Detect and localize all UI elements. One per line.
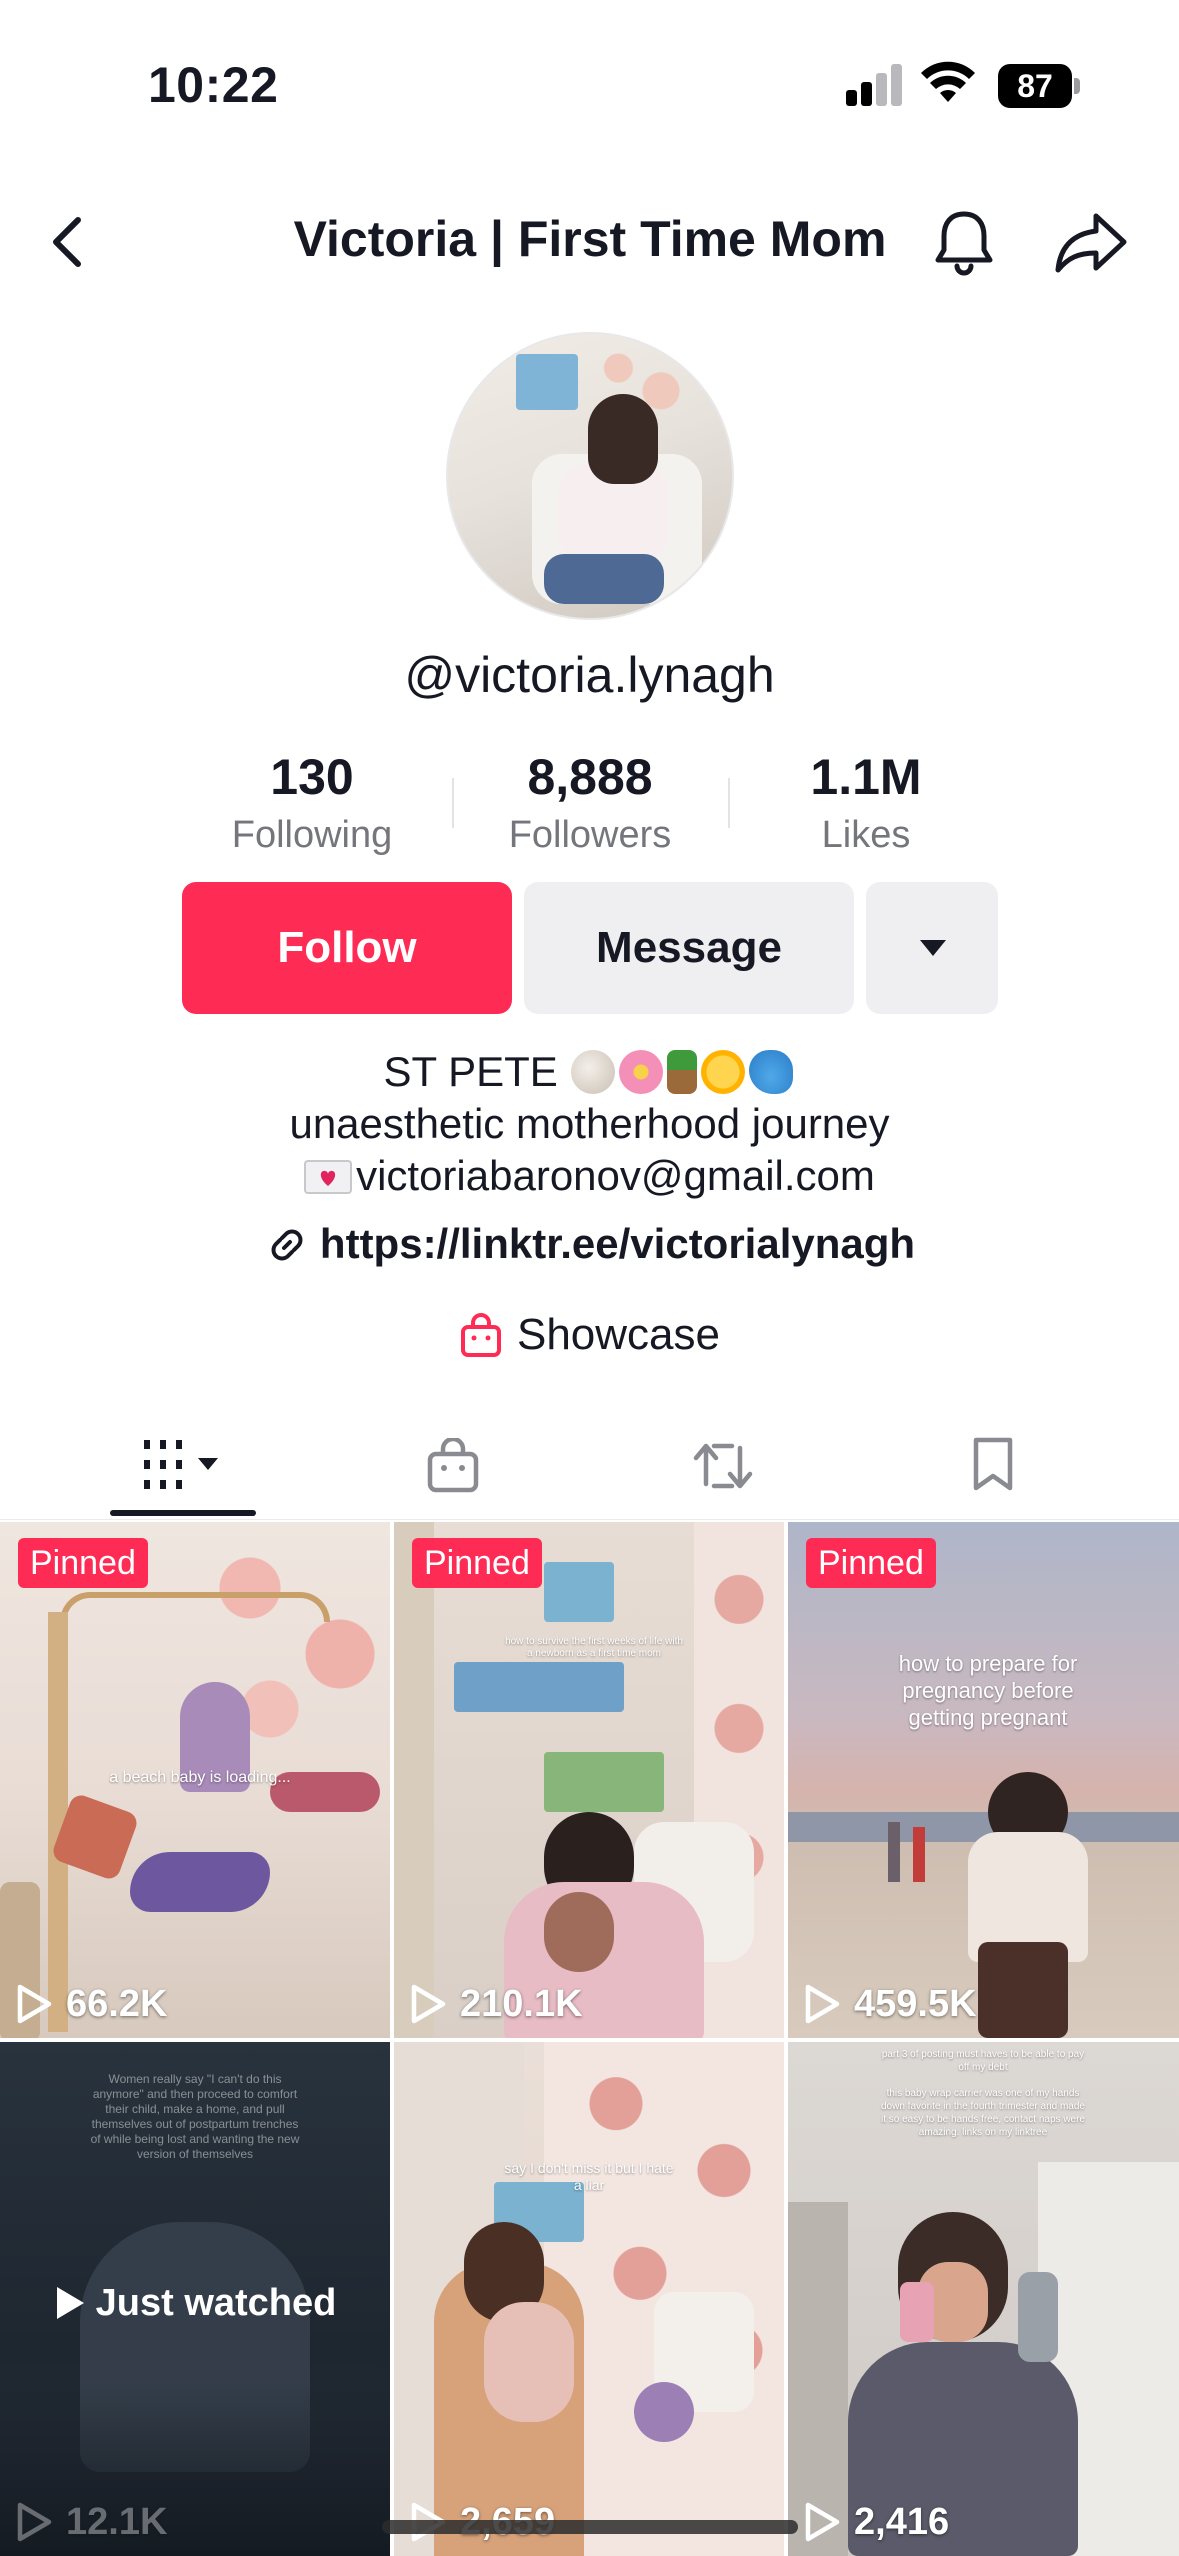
bio: ST PETE unaesthetic motherhood journey v…	[0, 1046, 1179, 1202]
video-tile[interactable]: a beach baby is loading... Pinned 66.2K	[0, 1522, 390, 2038]
video-tile[interactable]: part 3 of posting must haves to be able …	[788, 2042, 1179, 2556]
active-tab-indicator	[110, 1510, 256, 1516]
following-count: 130	[270, 749, 354, 805]
view-count-text: 2,416	[854, 2501, 950, 2543]
stat-followers[interactable]: 8,888 Followers	[460, 748, 720, 857]
profile-header: Victoria | First Time Mom	[0, 190, 1179, 300]
play-icon	[411, 1984, 446, 2024]
battery-level: 87	[998, 64, 1072, 108]
showcase-label: Showcase	[516, 1310, 720, 1359]
back-icon[interactable]	[40, 212, 100, 272]
video-tile[interactable]: Women really say "I can't do this anymor…	[0, 2042, 390, 2556]
grid-icon	[144, 1440, 218, 1489]
message-button[interactable]: Message	[524, 882, 854, 1014]
home-indicator[interactable]	[382, 2520, 798, 2534]
view-count: 210.1K	[410, 1983, 583, 2026]
status-bar: 10:22 87	[0, 0, 1179, 150]
just-watched-text: Just watched	[95, 2282, 337, 2324]
stat-divider	[728, 778, 730, 828]
pinned-badge: Pinned	[806, 1538, 936, 1588]
avatar[interactable]	[446, 332, 734, 620]
page-title: Victoria | First Time Mom	[293, 211, 887, 267]
video-tile[interactable]: how to prepare for pregnancy before gett…	[788, 1522, 1179, 2038]
view-count: 459.5K	[804, 1983, 977, 2026]
play-icon	[805, 1984, 840, 2024]
tab-favorites[interactable]	[894, 1410, 1094, 1520]
followers-count: 8,888	[527, 749, 653, 805]
view-count: 2,416	[804, 2501, 949, 2544]
view-count: 66.2K	[16, 1983, 167, 2026]
link-icon	[271, 1229, 303, 1261]
followers-label: Followers	[508, 814, 672, 856]
video-caption: a beach baby is loading...	[109, 1769, 291, 1786]
play-icon	[17, 1984, 52, 2024]
flower-emoji-icon	[619, 1050, 664, 1094]
follow-button[interactable]: Follow	[182, 882, 512, 1014]
palm-tree-emoji-icon	[667, 1050, 698, 1094]
dolphin-emoji-icon	[749, 1050, 794, 1094]
video-caption: how to survive the first weeks of life w…	[505, 1636, 683, 1659]
pinned-badge: Pinned	[412, 1538, 542, 1588]
wifi-icon	[921, 61, 975, 102]
view-count-text: 210.1K	[460, 1983, 583, 2025]
stat-following[interactable]: 130 Following	[182, 748, 442, 857]
shopping-bag-icon	[427, 1438, 479, 1493]
likes-label: Likes	[821, 814, 911, 856]
bell-icon[interactable]	[926, 204, 1002, 280]
bio-link-text: https://linktr.ee/victorialynagh	[319, 1220, 916, 1267]
showcase-link[interactable]: Showcase	[0, 1310, 1179, 1360]
profile-stats: 130 Following 8,888 Followers 1.1M Likes	[180, 748, 1000, 868]
content-tabs	[0, 1410, 1179, 1520]
video-tile[interactable]: how to survive the first weeks of life w…	[394, 1522, 784, 2038]
following-label: Following	[231, 814, 393, 856]
bio-line-2: unaesthetic motherhood journey	[289, 1100, 890, 1147]
video-tile[interactable]: say I don't miss it but I hate a liar 2,…	[394, 2042, 784, 2556]
tab-videos[interactable]	[80, 1410, 280, 1520]
status-time: 10:22	[148, 57, 279, 113]
just-watched-label: Just watched	[0, 2282, 390, 2325]
video-caption: say I don't miss it but I hate a liar	[504, 2160, 674, 2193]
view-count-text: 12.1K	[66, 2501, 168, 2543]
video-caption: Women really say "I can't do this anymor…	[90, 2072, 300, 2161]
bio-line-1: ST PETE	[0, 1046, 1179, 1098]
bio-link[interactable]: https://linktr.ee/victorialynagh	[0, 1220, 1179, 1268]
play-icon	[56, 2287, 84, 2319]
play-icon	[805, 2502, 840, 2542]
video-caption: part 3 of posting must haves to be able …	[880, 2049, 1085, 2138]
bookmark-icon	[973, 1437, 1013, 1491]
view-count-text: 459.5K	[854, 1983, 977, 2025]
shell-emoji-icon	[571, 1050, 616, 1094]
stat-likes[interactable]: 1.1M Likes	[736, 748, 996, 857]
share-icon[interactable]	[1052, 206, 1132, 278]
repost-icon	[693, 1443, 753, 1489]
video-caption: how to prepare for pregnancy before gett…	[898, 1651, 1078, 1730]
tab-shop[interactable]	[354, 1410, 554, 1520]
battery-icon: 87	[998, 64, 1080, 108]
view-count-text: 66.2K	[66, 1983, 168, 2025]
bio-line-3: victoriabaronov@gmail.com	[0, 1150, 1179, 1202]
view-count: 12.1K	[16, 2501, 167, 2544]
bio-location: ST PETE	[383, 1048, 558, 1095]
tab-reposts[interactable]	[624, 1410, 824, 1520]
stat-divider	[452, 778, 454, 828]
signal-icon	[846, 62, 904, 106]
video-grid: a beach baby is loading... Pinned 66.2K …	[0, 1522, 1179, 2556]
caret-down-icon	[920, 940, 946, 956]
username: @victoria.lynagh	[404, 647, 775, 703]
shopping-bag-icon	[460, 1313, 501, 1357]
pinned-badge: Pinned	[18, 1538, 148, 1588]
suggested-accounts-button[interactable]	[866, 882, 998, 1014]
play-icon	[17, 2502, 52, 2542]
bio-email: victoriabaronov@gmail.com	[356, 1152, 875, 1199]
likes-count: 1.1M	[810, 749, 922, 805]
sun-emoji-icon	[701, 1050, 746, 1094]
love-letter-icon	[304, 1160, 353, 1194]
